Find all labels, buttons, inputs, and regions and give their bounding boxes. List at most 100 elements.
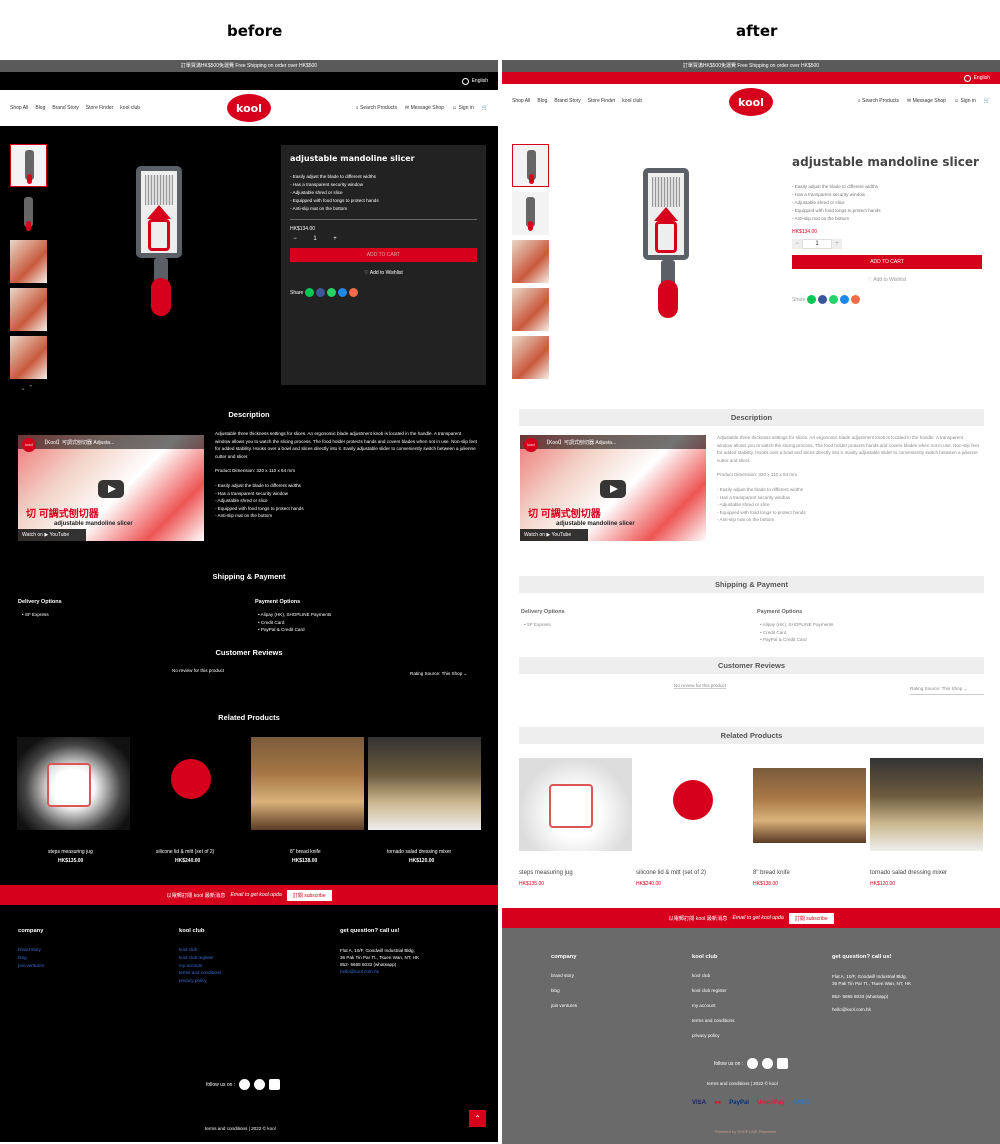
- related-image-4[interactable]: [368, 737, 481, 830]
- related-image-1[interactable]: [519, 758, 632, 851]
- nav-store-finder[interactable]: Store Finder: [86, 105, 114, 111]
- thumbnail-4[interactable]: [512, 288, 549, 331]
- nav-shop-all[interactable]: Shop All: [10, 105, 28, 111]
- nav-brand-story[interactable]: Brand Story: [554, 98, 580, 104]
- related-name-1[interactable]: steps measuring jug: [48, 849, 93, 855]
- thumbnail-2[interactable]: [512, 192, 549, 235]
- thumbnail-3[interactable]: [10, 240, 47, 283]
- language-selector[interactable]: English: [502, 72, 1000, 84]
- play-icon[interactable]: [600, 480, 626, 498]
- kool-logo[interactable]: kool: [227, 94, 271, 122]
- footer-blog[interactable]: blog: [551, 988, 560, 993]
- footer-my-account[interactable]: my account: [692, 1003, 716, 1008]
- line-share-icon[interactable]: [807, 295, 817, 304]
- related-image-4[interactable]: [870, 758, 983, 851]
- related-name-3[interactable]: 8" bread knife: [290, 849, 321, 855]
- qty-plus-button[interactable]: +: [330, 236, 340, 242]
- related-image-2[interactable]: [134, 737, 247, 830]
- copy-link-icon[interactable]: [840, 295, 850, 304]
- related-name-4[interactable]: tornado salad dressing mixer: [387, 849, 451, 855]
- watch-on-youtube[interactable]: Watch on ▶ YouTube: [520, 529, 588, 541]
- footer-kool-club[interactable]: kool club: [692, 973, 710, 978]
- instagram-icon[interactable]: [254, 1079, 266, 1090]
- nav-kool-club[interactable]: kool club: [622, 98, 642, 104]
- footer-email[interactable]: hello@kool.com.hk: [340, 968, 419, 975]
- footer-privacy[interactable]: privacy policy: [179, 978, 207, 983]
- gallery-arrows[interactable]: ⌄ ⌃: [10, 384, 48, 392]
- message-shop-link[interactable]: ✉ Message Shop: [907, 98, 946, 104]
- nav-brand-story[interactable]: Brand Story: [52, 105, 78, 111]
- nav-blog[interactable]: Blog: [537, 98, 547, 104]
- thumbnail-5[interactable]: [512, 336, 549, 379]
- more-share-icon[interactable]: [349, 288, 359, 297]
- thumbnail-1[interactable]: [10, 144, 47, 187]
- product-video[interactable]: 【Kool】可調式刨切器 Adjusta... kool 切 可調式刨切器 ad…: [18, 435, 204, 541]
- quantity-stepper[interactable]: − 1 +: [792, 239, 982, 249]
- nav-blog[interactable]: Blog: [35, 105, 45, 111]
- thumbnail-4[interactable]: [10, 288, 47, 331]
- thumbnail-1[interactable]: [512, 144, 549, 187]
- line-share-icon[interactable]: [305, 288, 315, 297]
- facebook-icon[interactable]: [747, 1058, 759, 1069]
- footer-club-register[interactable]: kool club register: [179, 955, 214, 960]
- nav-shop-all[interactable]: Shop All: [512, 98, 530, 104]
- add-to-wishlist-link[interactable]: ♡ Add to Wishlist: [290, 270, 477, 276]
- kool-logo[interactable]: kool: [729, 88, 773, 116]
- related-name-2[interactable]: silicone lid & mitt (set of 2): [156, 849, 214, 855]
- related-name-1[interactable]: steps measuring jug: [519, 870, 573, 876]
- footer-terms[interactable]: terms and conditions: [179, 970, 221, 975]
- related-image-3[interactable]: [753, 768, 866, 843]
- cart-icon[interactable]: 🛒: [482, 105, 488, 111]
- qty-plus-button[interactable]: +: [832, 239, 842, 249]
- footer-privacy[interactable]: privacy policy: [692, 1033, 720, 1038]
- footer-join-ventures[interactable]: join ventures: [551, 1003, 577, 1008]
- back-to-top-button[interactable]: ⌃: [469, 1110, 486, 1127]
- footer-brand-story[interactable]: brand story: [551, 973, 574, 978]
- language-selector[interactable]: English: [0, 72, 498, 90]
- rating-source-dropdown[interactable]: Rating Source: This Shop ⌄: [410, 671, 467, 679]
- footer-join-ventures[interactable]: join ventures: [18, 963, 44, 968]
- whatsapp-share-icon[interactable]: [327, 288, 337, 297]
- add-to-wishlist-link[interactable]: ♡ Add to Wishlist: [792, 277, 982, 283]
- footer-kool-club[interactable]: kool club: [179, 947, 197, 952]
- subscribe-button[interactable]: 訂閱 subscribe: [788, 912, 834, 924]
- subscribe-button[interactable]: 訂閱 subscribe: [286, 889, 332, 901]
- nav-kool-club[interactable]: kool club: [120, 105, 140, 111]
- footer-blog[interactable]: blog: [18, 955, 27, 960]
- youtube-icon[interactable]: [269, 1079, 281, 1090]
- qty-input[interactable]: 1: [802, 239, 832, 249]
- facebook-share-icon[interactable]: [818, 295, 828, 304]
- footer-email[interactable]: hello@kool.com.hk: [832, 1006, 911, 1013]
- qty-minus-button[interactable]: −: [792, 239, 802, 249]
- more-share-icon[interactable]: [851, 295, 861, 304]
- sign-in-link[interactable]: ☺ Sign in: [452, 105, 474, 111]
- footer-brand-story[interactable]: brand story: [18, 947, 41, 952]
- sign-in-link[interactable]: ☺ Sign in: [954, 98, 976, 104]
- footer-my-account[interactable]: my account: [179, 963, 203, 968]
- related-image-2[interactable]: [636, 758, 749, 851]
- footer-club-register[interactable]: kool club register: [692, 988, 727, 993]
- related-image-1[interactable]: [17, 737, 130, 830]
- qty-minus-button[interactable]: −: [290, 236, 300, 242]
- thumbnail-5[interactable]: [10, 336, 47, 379]
- quantity-stepper[interactable]: − 1 +: [290, 236, 477, 242]
- cart-icon[interactable]: 🛒: [984, 98, 990, 104]
- whatsapp-share-icon[interactable]: [829, 295, 839, 304]
- watch-on-youtube[interactable]: Watch on ▶ YouTube: [18, 529, 86, 541]
- add-to-cart-button[interactable]: ADD TO CART: [290, 248, 477, 262]
- product-video[interactable]: 【Kool】可調式刨切器 Adjusta... kool 切 可調式刨切器 ad…: [520, 435, 706, 541]
- search-products-link[interactable]: ⌕ Search Products: [356, 105, 397, 111]
- rating-source-dropdown[interactable]: Rating Source: This Shop ⌄: [910, 686, 984, 695]
- thumbnail-3[interactable]: [512, 240, 549, 283]
- subscribe-email-input[interactable]: Email to get kool upda: [732, 915, 783, 921]
- related-name-3[interactable]: 8" bread knife: [753, 870, 790, 876]
- copy-link-icon[interactable]: [338, 288, 348, 297]
- related-name-2[interactable]: silicone lid & mitt (set of 2): [636, 870, 706, 876]
- related-image-3[interactable]: [251, 737, 364, 830]
- subscribe-email-input[interactable]: Email to get kool upda: [230, 892, 281, 898]
- message-shop-link[interactable]: ✉ Message Shop: [405, 105, 444, 111]
- thumbnail-2[interactable]: [10, 192, 47, 235]
- youtube-icon[interactable]: [777, 1058, 789, 1069]
- related-name-4[interactable]: tornado salad dressing mixer: [870, 870, 947, 876]
- facebook-share-icon[interactable]: [316, 288, 326, 297]
